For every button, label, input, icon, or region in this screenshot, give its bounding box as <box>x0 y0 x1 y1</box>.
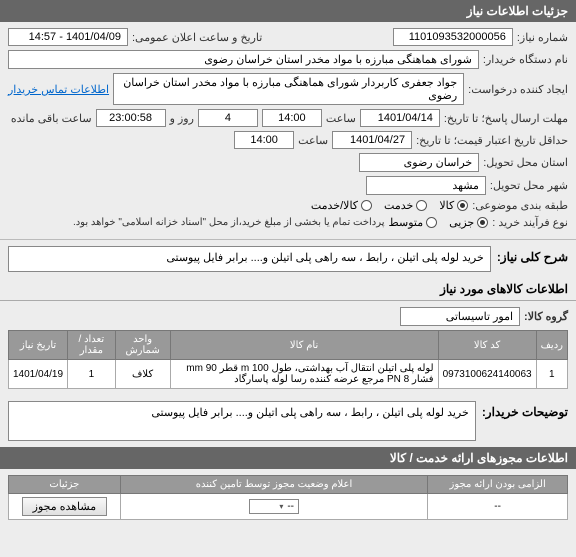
col-unit: واحد شمارش <box>115 331 170 360</box>
city-label: شهر محل تحویل: <box>490 179 568 192</box>
radio-minor[interactable]: جزیی <box>449 216 488 229</box>
req-no-value: 1101093532000056 <box>393 28 513 46</box>
buy-note: پرداخت تمام یا بخشی از مبلغ خرید،از محل … <box>73 217 385 228</box>
auth-status-value: -- <box>287 501 294 512</box>
deadline-time: 14:00 <box>262 109 322 127</box>
time-label-2: ساعت <box>298 134 328 147</box>
radio-dot-icon <box>426 217 437 228</box>
remaining-time: 23:00:58 <box>96 109 166 127</box>
radio-dot-icon <box>361 200 372 211</box>
public-date-value: 1401/04/09 - 14:57 <box>8 28 128 46</box>
goods-group-label: گروه کالا: <box>524 310 568 323</box>
buyer-label: نام دستگاه خریدار: <box>483 53 568 66</box>
radio-khedmat-label: خدمت <box>384 199 413 212</box>
radio-kala-label: کالا <box>439 199 454 212</box>
category-label: طبقه بندی موضوعی: <box>472 199 568 212</box>
table-row: 1 0973100624140063 لوله پلی اتیلن انتقال… <box>9 360 568 389</box>
col-row: ردیف <box>536 331 567 360</box>
radio-dot-icon <box>416 200 427 211</box>
auth-declare-cell: -- ▾ <box>120 494 427 520</box>
days-label: روز و <box>170 112 194 125</box>
chevron-down-icon: ▾ <box>279 502 283 511</box>
cell-date: 1401/04/19 <box>9 360 68 389</box>
buy-type-radio-group: جزیی متوسط <box>389 216 489 229</box>
buyer-contact-link[interactable]: اطلاعات تماس خریدار <box>8 83 109 96</box>
min-valid-label: حداقل تاریخ اعتبار قیمت؛ تا تاریخ: <box>416 134 568 147</box>
min-valid-date: 1401/04/27 <box>332 131 412 149</box>
radio-minor-label: جزیی <box>449 216 474 229</box>
col-qty: تعداد / مقدار <box>68 331 116 360</box>
desc-label: شرح کلی نیاز: <box>497 246 568 272</box>
col-name: نام کالا <box>170 331 438 360</box>
cell-unit: کلاف <box>115 360 170 389</box>
view-auth-button[interactable]: مشاهده مجوز <box>22 497 107 516</box>
remaining-label: ساعت باقی مانده <box>11 112 92 125</box>
public-date-label: تاریخ و ساعت اعلان عمومی: <box>132 31 262 44</box>
radio-kalakhedmat[interactable]: کالا/خدمت <box>311 199 372 212</box>
time-label-1: ساعت <box>326 112 356 125</box>
creator-value: جواد جعفری کاربردار شورای هماهنگی مبارزه… <box>113 73 464 105</box>
radio-kala[interactable]: کالا <box>439 199 468 212</box>
col-code: کد کالا <box>438 331 536 360</box>
radio-kalakhedmat-label: کالا/خدمت <box>311 199 358 212</box>
col-date: تاریخ نیاز <box>9 331 68 360</box>
province-value: خراسان رضوی <box>359 153 479 172</box>
section-header-details: جزئیات اطلاعات نیاز <box>0 0 576 22</box>
auth-col-mandatory: الزامی بودن ارائه مجوز <box>428 476 568 494</box>
radio-mid-label: متوسط <box>389 216 424 229</box>
cell-name: لوله پلی اتیلن انتقال آب بهداشتی، طول m … <box>170 360 438 389</box>
auth-details-cell: مشاهده مجوز <box>9 494 121 520</box>
radio-mid[interactable]: متوسط <box>389 216 438 229</box>
deadline-label: مهلت ارسال پاسخ؛ تا تاریخ: <box>444 112 568 125</box>
days-value: 4 <box>198 109 258 127</box>
cell-qty: 1 <box>68 360 116 389</box>
city-value: مشهد <box>366 176 486 195</box>
auth-status-select[interactable]: -- ▾ <box>249 499 299 514</box>
auth-row: -- -- ▾ مشاهده مجوز <box>9 494 568 520</box>
radio-khedmat[interactable]: خدمت <box>384 199 427 212</box>
details-panel: شماره نیاز: 1101093532000056 تاریخ و ساع… <box>0 22 576 239</box>
req-no-label: شماره نیاز: <box>517 31 568 44</box>
auth-col-declare: اعلام وضعیت مجوز توسط تامین کننده <box>120 476 427 494</box>
cell-idx: 1 <box>536 360 567 389</box>
deadline-date: 1401/04/14 <box>360 109 440 127</box>
buyer-notes-text: خرید لوله پلی اتیلن ، رابط ، سه راهی پلی… <box>8 401 476 441</box>
radio-dot-checked-icon <box>477 217 488 228</box>
auth-table: الزامی بودن ارائه مجوز اعلام وضعیت مجوز … <box>8 475 568 520</box>
buy-type-label: نوع فرآیند خرید : <box>492 216 568 229</box>
province-label: استان محل تحویل: <box>483 156 568 169</box>
category-radio-group: کالا خدمت کالا/خدمت <box>311 199 468 212</box>
auth-col-details: جزئیات <box>9 476 121 494</box>
auth-mandatory-cell: -- <box>428 494 568 520</box>
goods-table: ردیف کد کالا نام کالا واحد شمارش تعداد /… <box>8 330 568 389</box>
desc-text: خرید لوله پلی اتیلن ، رابط ، سه راهی پلی… <box>8 246 491 272</box>
buyer-value: شورای هماهنگی مبارزه با مواد مخدر استان … <box>8 50 479 69</box>
min-valid-time: 14:00 <box>234 131 294 149</box>
cell-code: 0973100624140063 <box>438 360 536 389</box>
section-header-auth: اطلاعات مجوزهای ارائه خدمت / کالا <box>0 447 576 469</box>
goods-group-value: امور تاسیساتی <box>400 307 520 326</box>
creator-label: ایجاد کننده درخواست: <box>468 83 568 96</box>
radio-dot-checked-icon <box>457 200 468 211</box>
goods-header: اطلاعات کالاهای مورد نیاز <box>0 278 576 301</box>
buyer-notes-label: توضیحات خریدار: <box>482 401 568 441</box>
